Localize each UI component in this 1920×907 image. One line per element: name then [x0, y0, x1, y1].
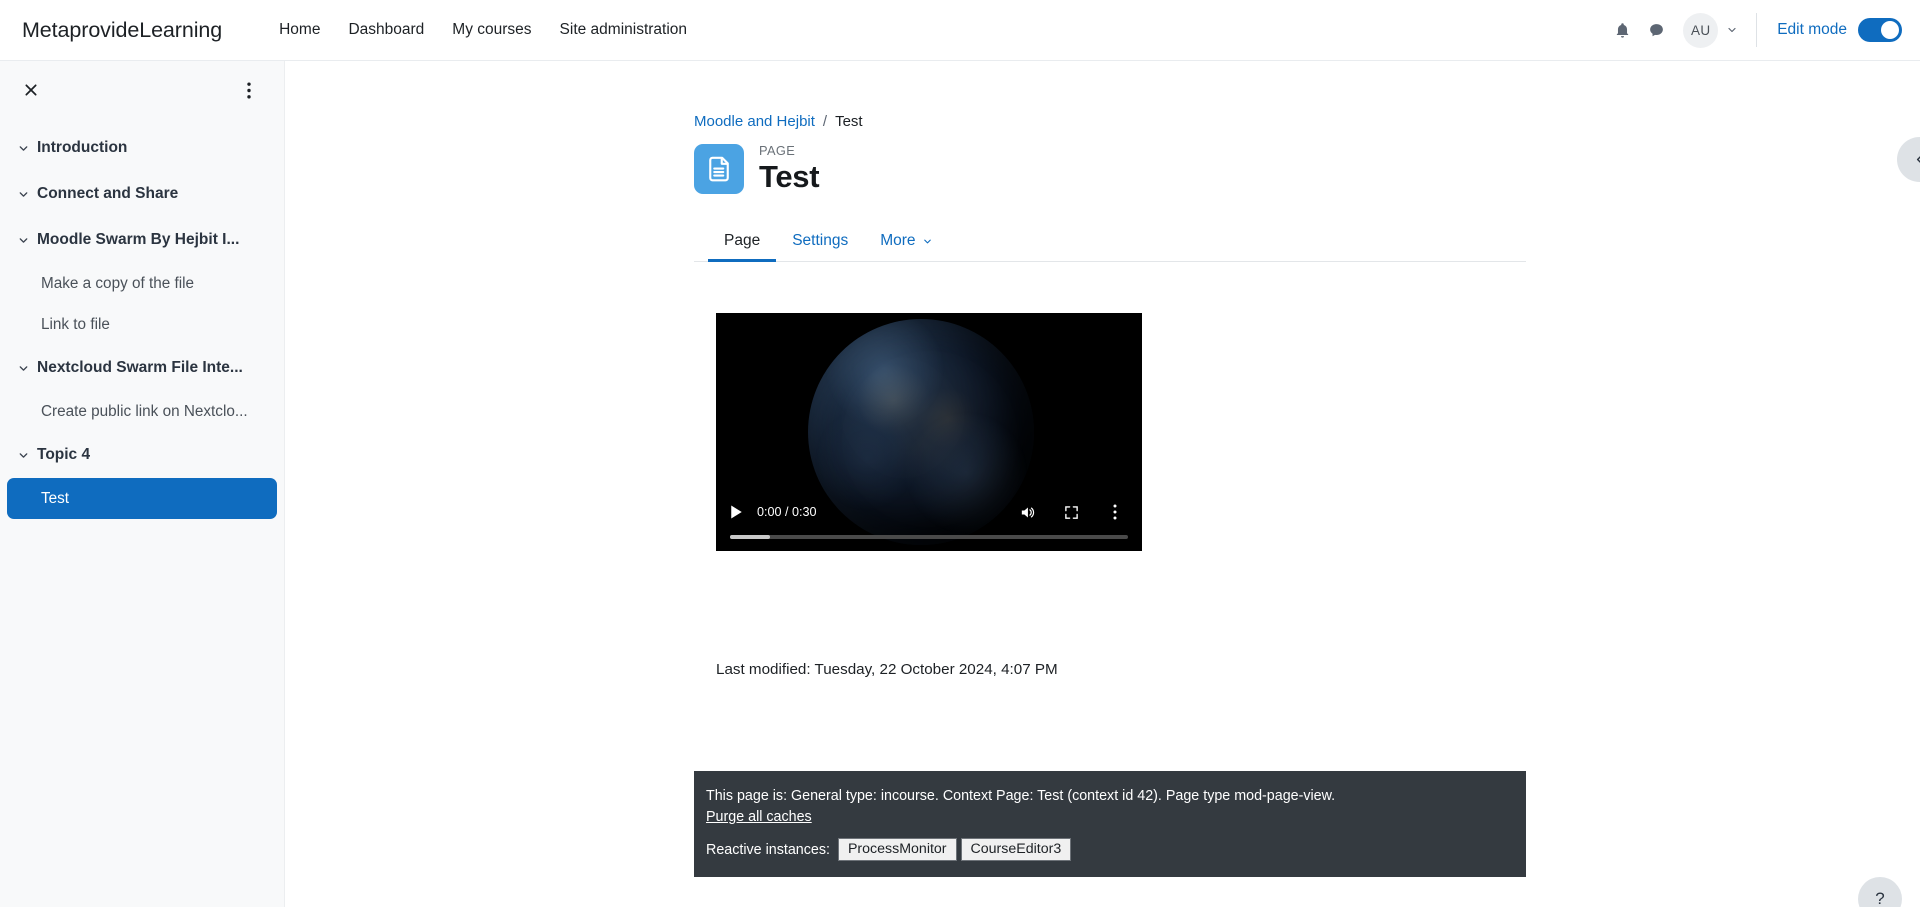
chevron-down-icon — [17, 234, 37, 247]
breadcrumb-current: Test — [835, 113, 863, 130]
notifications-bell-icon[interactable] — [1605, 13, 1639, 47]
help-button[interactable]: ? — [1858, 877, 1902, 907]
reactive-instance-course-editor3[interactable]: CourseEditor3 — [961, 838, 1072, 861]
activity-tabs: Page Settings More — [694, 220, 1526, 262]
fullscreen-icon[interactable] — [1058, 499, 1084, 525]
sidebar-section-moodle-swarm[interactable]: Moodle Swarm By Hejbit I... — [0, 217, 284, 263]
chevron-down-icon — [17, 362, 37, 375]
sidebar-section-label: Introduction — [37, 139, 127, 157]
debug-info-text: This page is: General type: incourse. Co… — [706, 785, 1514, 807]
nav-link-dashboard[interactable]: Dashboard — [348, 21, 424, 39]
edit-mode-switch[interactable] — [1858, 18, 1902, 42]
reactive-instances-label: Reactive instances: — [706, 842, 830, 858]
drawer-section-list: Introduction Connect and Share Moodle Sw… — [0, 119, 284, 519]
close-icon[interactable] — [18, 77, 44, 103]
reactive-instance-process-monitor[interactable]: ProcessMonitor — [838, 838, 957, 861]
top-navbar: MetaprovideLearning Home Dashboard My co… — [0, 0, 1920, 61]
page-title-block: PAGE Test — [759, 144, 819, 194]
breadcrumb-course-link[interactable]: Moodle and Hejbit — [694, 113, 815, 130]
nav-link-site-administration[interactable]: Site administration — [560, 21, 688, 39]
video-buffered-range — [730, 535, 770, 539]
tab-label: Settings — [792, 232, 848, 250]
chevron-down-icon — [922, 236, 933, 247]
last-modified-text: Last modified: Tuesday, 22 October 2024,… — [716, 661, 1058, 678]
video-control-row: 0:00 / 0:30 — [716, 495, 1142, 529]
page-content: Moodle and Hejbit / Test PAGE Test — [694, 61, 1526, 262]
tab-more[interactable]: More — [864, 232, 948, 261]
navbar-divider — [1756, 13, 1757, 47]
play-icon[interactable] — [730, 505, 743, 519]
main-region: ? Moodle and Hejbit / Test PAGE Test — [285, 61, 1920, 907]
sidebar-section-label: Connect and Share — [37, 185, 178, 203]
breadcrumb-separator: / — [823, 113, 827, 130]
chevron-left-icon[interactable] — [1897, 137, 1920, 182]
edit-mode-toggle[interactable]: Edit mode — [1777, 18, 1902, 42]
video-time-display: 0:00 / 0:30 — [757, 505, 817, 519]
reactive-instances-row: Reactive instances: ProcessMonitor Cours… — [706, 838, 1514, 861]
edit-mode-label: Edit mode — [1777, 21, 1847, 39]
nav-link-my-courses[interactable]: My courses — [452, 21, 531, 39]
video-controls: 0:00 / 0:30 — [716, 495, 1142, 551]
sidebar-item-link-to-file[interactable]: Link to file — [7, 304, 277, 345]
sidebar-section-topic-4[interactable]: Topic 4 — [0, 432, 284, 478]
page-title: Test — [759, 161, 819, 194]
chevron-down-icon — [17, 188, 37, 201]
page-header: PAGE Test — [694, 144, 1526, 194]
course-index-drawer: Introduction Connect and Share Moodle Sw… — [0, 61, 285, 907]
drawer-header — [0, 61, 284, 119]
chevron-down-icon — [17, 142, 37, 155]
purge-all-caches-link[interactable]: Purge all caches — [706, 809, 812, 825]
debug-panel: This page is: General type: incourse. Co… — [694, 771, 1526, 877]
sidebar-item-create-public-link-on-nextcloud[interactable]: Create public link on Nextclo... — [7, 391, 277, 432]
chevron-down-icon — [1726, 24, 1738, 36]
nav-link-home[interactable]: Home — [279, 21, 320, 39]
sidebar-section-label: Topic 4 — [37, 446, 90, 464]
messages-icon[interactable] — [1639, 13, 1673, 47]
chevron-down-icon — [17, 449, 37, 462]
sidebar-item-label: Create public link on Nextclo... — [41, 403, 248, 421]
sidebar-section-introduction[interactable]: Introduction — [0, 125, 284, 171]
tab-label: Page — [724, 232, 760, 250]
sidebar-item-label: Link to file — [41, 316, 110, 334]
user-menu[interactable]: AU — [1683, 13, 1738, 48]
navbar-right-group: AU Edit mode — [1605, 13, 1920, 48]
sidebar-section-label: Nextcloud Swarm File Inte... — [37, 359, 243, 377]
tab-label: More — [880, 232, 915, 250]
sidebar-section-nextcloud-swarm[interactable]: Nextcloud Swarm File Inte... — [0, 345, 284, 391]
page-document-icon — [694, 144, 744, 194]
breadcrumb: Moodle and Hejbit / Test — [694, 113, 1526, 130]
video-kebab-menu-icon[interactable] — [1102, 499, 1128, 525]
site-brand[interactable]: MetaprovideLearning — [22, 18, 222, 43]
sidebar-section-connect-and-share[interactable]: Connect and Share — [0, 171, 284, 217]
kebab-menu-icon[interactable] — [236, 77, 262, 103]
sidebar-item-test[interactable]: Test — [7, 478, 277, 519]
activity-type-label: PAGE — [759, 144, 819, 158]
avatar: AU — [1683, 13, 1718, 48]
sidebar-item-label: Make a copy of the file — [41, 275, 194, 293]
primary-navigation: Home Dashboard My courses Site administr… — [279, 21, 687, 39]
sidebar-item-label: Test — [41, 490, 69, 508]
volume-icon[interactable] — [1014, 499, 1040, 525]
sidebar-item-make-a-copy-of-the-file[interactable]: Make a copy of the file — [7, 263, 277, 304]
sidebar-section-label: Moodle Swarm By Hejbit I... — [37, 231, 239, 249]
tab-settings[interactable]: Settings — [776, 232, 864, 261]
tab-page[interactable]: Page — [708, 232, 776, 261]
video-player[interactable]: 0:00 / 0:30 — [716, 313, 1142, 551]
video-progress-bar[interactable] — [730, 535, 1128, 539]
